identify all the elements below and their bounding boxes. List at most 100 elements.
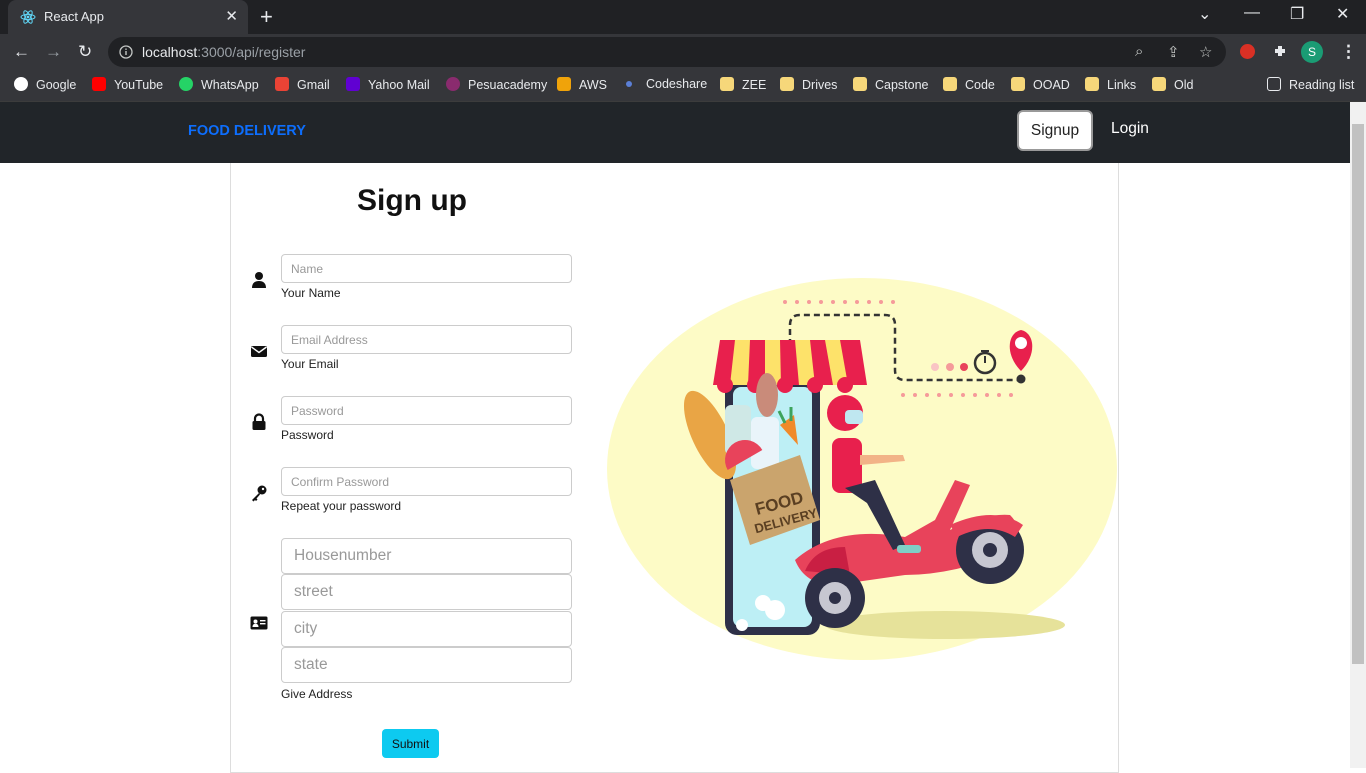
bookmark-label: Old [1174, 78, 1194, 92]
info-icon[interactable] [119, 45, 133, 59]
bookmark-codeshare[interactable]: Codeshare [622, 77, 707, 95]
reading-list-button[interactable]: Reading list [1267, 77, 1354, 95]
user-icon [252, 272, 266, 288]
signup-nav-button[interactable]: Signup [1017, 110, 1093, 151]
bookmark-label: WhatsApp [201, 78, 259, 92]
extensions-icon[interactable] [1272, 43, 1288, 59]
bookmark-label: Yahoo Mail [368, 78, 430, 92]
tab-search-icon[interactable]: ⌄ [1198, 4, 1211, 24]
bookmark-star-icon[interactable]: ☆ [1199, 43, 1212, 61]
food-delivery-illustration: FOOD DELIVERY [607, 278, 1117, 660]
folder-icon [1011, 77, 1025, 91]
bookmark-label: Pesuacademy [468, 78, 548, 92]
bookmarks-bar: Google YouTube WhatsApp Gmail Yahoo Mail… [0, 70, 1366, 102]
menu-icon[interactable]: ⋮ [1340, 42, 1357, 62]
tab-title: React App [44, 9, 104, 24]
bookmark-folder-drives[interactable]: Drives [780, 77, 837, 95]
yahoo-mail-icon [346, 77, 360, 91]
state-input[interactable] [281, 647, 572, 683]
close-tab-icon[interactable]: ✕ [225, 7, 238, 25]
site-navbar: FOOD DELIVERY Signup Login [0, 102, 1350, 163]
confirm-password-input[interactable] [281, 467, 572, 496]
url-text: localhost:3000/api/register [142, 44, 305, 60]
login-nav-link[interactable]: Login [1111, 120, 1149, 138]
extension-stop-icon[interactable] [1240, 44, 1255, 59]
bookmark-folder-code[interactable]: Code [943, 77, 995, 95]
housenumber-input[interactable] [281, 538, 572, 574]
react-favicon-icon [20, 10, 36, 24]
google-icon [14, 77, 28, 91]
ground-shadow [825, 611, 1065, 639]
reload-icon[interactable]: ↻ [78, 42, 92, 62]
confirm-password-help-text: Repeat your password [281, 499, 402, 513]
forward-icon[interactable]: → [45, 42, 62, 62]
bookmark-label: YouTube [114, 78, 164, 92]
brand-logo[interactable]: FOOD DELIVERY [188, 123, 306, 139]
bookmark-label: Capstone [875, 78, 929, 92]
lock-icon [252, 413, 266, 430]
bookmark-folder-capstone[interactable]: Capstone [853, 77, 929, 95]
profile-avatar[interactable]: S [1301, 41, 1323, 63]
bookmark-aws[interactable]: AWS [557, 77, 607, 95]
page-scrollbar[interactable] [1350, 102, 1366, 768]
youtube-icon [92, 77, 106, 91]
bookmark-folder-old[interactable]: Old [1152, 77, 1193, 95]
close-window-icon[interactable]: ✕ [1336, 4, 1349, 24]
bookmark-folder-ooad[interactable]: OOAD [1011, 77, 1070, 95]
bookmark-youtube[interactable]: YouTube [92, 77, 163, 95]
minimize-icon[interactable]: — [1244, 4, 1260, 22]
folder-icon [780, 77, 794, 91]
bookmark-label: Links [1107, 78, 1137, 92]
restore-icon[interactable]: ❐ [1290, 4, 1304, 24]
address-card-icon [250, 616, 268, 630]
submit-button[interactable]: Submit [382, 729, 439, 758]
bookmark-label: Drives [802, 78, 838, 92]
bookmark-pesuacademy[interactable]: Pesuacademy [446, 77, 547, 95]
bookmark-folder-zee[interactable]: ZEE [720, 77, 766, 95]
zoom-icon[interactable]: ⌕ [1135, 43, 1143, 60]
password-help-text: Password [281, 428, 334, 442]
bookmark-label: Codeshare [646, 77, 708, 91]
city-input[interactable] [281, 611, 572, 647]
browser-tab[interactable]: React App ✕ [8, 0, 248, 34]
folder-icon [853, 77, 867, 91]
scrollbar-thumb[interactable] [1352, 124, 1364, 664]
back-icon[interactable]: ← [13, 42, 30, 62]
new-tab-icon[interactable]: + [260, 4, 273, 30]
email-input[interactable] [281, 325, 572, 354]
bookmark-label: ZEE [742, 78, 767, 92]
bookmark-google[interactable]: Google [14, 77, 76, 95]
bookmark-label: Code [965, 78, 995, 92]
reading-list-label: Reading list [1289, 78, 1355, 92]
envelope-icon [251, 346, 267, 357]
codeshare-icon [626, 81, 632, 87]
bookmark-label: OOAD [1033, 78, 1070, 92]
browser-tab-strip: React App ✕ + ⌄ — ❐ ✕ [0, 0, 1366, 34]
aws-icon [557, 77, 571, 91]
bookmark-label: Google [36, 78, 77, 92]
url-host: localhost [142, 44, 198, 60]
whatsapp-icon [179, 77, 193, 91]
name-input[interactable] [281, 254, 572, 283]
key-icon [252, 485, 267, 502]
url-path: :3000/api/register [197, 44, 306, 60]
street-input[interactable] [281, 574, 572, 610]
folder-icon [720, 77, 734, 91]
password-input[interactable] [281, 396, 572, 425]
bookmark-label: Gmail [297, 78, 330, 92]
page-title: Sign up [357, 184, 467, 217]
gmail-icon [275, 77, 289, 91]
bookmark-yahoo-mail[interactable]: Yahoo Mail [346, 77, 430, 95]
pesuacademy-icon [446, 77, 460, 91]
bookmark-whatsapp[interactable]: WhatsApp [179, 77, 259, 95]
bookmark-label: AWS [579, 78, 608, 92]
share-icon[interactable]: ⇪ [1167, 43, 1180, 61]
bookmark-gmail[interactable]: Gmail [275, 77, 330, 95]
address-help-text: Give Address [281, 687, 353, 701]
name-help-text: Your Name [281, 286, 341, 300]
folder-icon [1152, 77, 1166, 91]
bookmark-folder-links[interactable]: Links [1085, 77, 1136, 95]
email-help-text: Your Email [281, 357, 339, 371]
reading-list-icon [1267, 77, 1281, 91]
address-bar[interactable]: localhost:3000/api/register ⌕ ⇪ ☆ [108, 37, 1226, 67]
